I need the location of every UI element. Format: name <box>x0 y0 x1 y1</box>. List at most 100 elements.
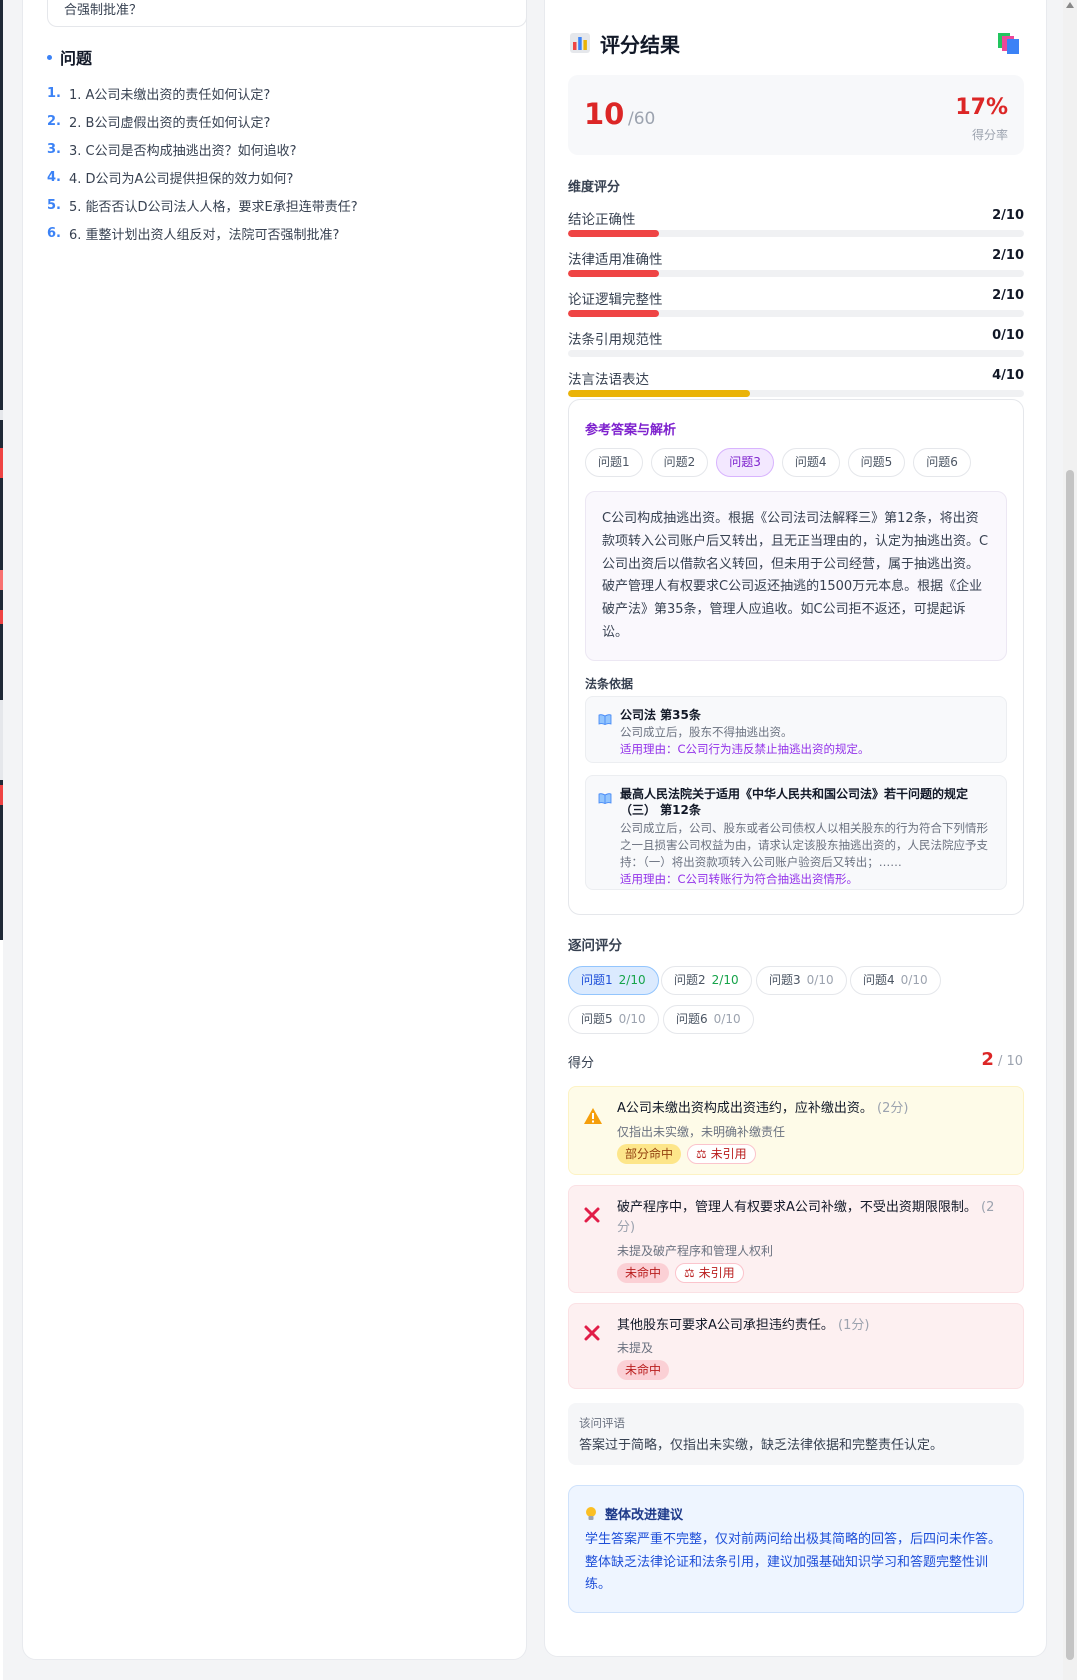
dimension-row: 论证逻辑完整性 2/10 <box>568 288 1024 318</box>
question-item: 1. 1. A公司未缴出资的责任如何认定? <box>47 79 517 107</box>
tab-label: 问题3 <box>769 973 801 987</box>
point-feedback: 未提及破产程序和管理人权利 <box>617 1244 774 1258</box>
question-score-value: 2 <box>981 1049 994 1070</box>
question-score-label: 得分 <box>568 1056 595 1071</box>
question-score: 2/ 10 <box>981 1049 1023 1070</box>
reference-answer-panel: 参考答案与解析 问题1 问题2 问题3 问题4 问题5 问题6 C公司构成抽逃出… <box>568 399 1024 915</box>
status-badge: 未命中 <box>617 1263 670 1283</box>
tab-question-5[interactable]: 问题5 0/10 <box>568 1005 659 1034</box>
bullet-dot-icon <box>47 54 52 60</box>
result-panel: 评分结果 10 /60 17% 得分率 维度评分 结论正确性 2/10 法律适用… <box>544 0 1047 1657</box>
scrollbar-thumb[interactable] <box>1066 470 1074 1660</box>
question-comment: 该问评语 答案过于简略，仅指出未实缴，缺乏法律依据和完整责任认定。 <box>568 1403 1024 1465</box>
book-icon <box>598 714 612 725</box>
dimension-track <box>568 390 1024 397</box>
comment-label: 该问评语 <box>579 1416 625 1430</box>
law-basis-title: 法条依据 <box>585 677 634 691</box>
tab-score: 2/10 <box>618 973 646 987</box>
law-reason: 适用理由：C公司行为违反禁止抽逃出资的规定。 <box>620 742 870 756</box>
point-tags: 未命中 ⚖ 未引用 <box>617 1263 744 1283</box>
law-item: 最高人民法院关于适用《中华人民共和国公司法》若干问题的规定（三） 第12条 公司… <box>585 775 1007 890</box>
tab-score: 0/10 <box>900 973 928 987</box>
law-desc: 公司成立后，公司、股东或者公司债权人以相关股东的行为符合下列情形之一且损害公司权… <box>620 821 988 869</box>
question-text: 4. D公司为A公司提供担保的效力如何? <box>69 171 294 187</box>
question-number: 3. <box>47 141 61 157</box>
law-desc: 公司成立后，股东不得抽逃出资。 <box>620 725 793 739</box>
tab-reference-q5[interactable]: 问题5 <box>847 448 906 477</box>
tab-question-3[interactable]: 问题3 0/10 <box>756 966 847 995</box>
tab-label: 问题4 <box>863 973 895 987</box>
scrollbar[interactable] <box>1063 0 1077 1680</box>
dimension-score: 4/10 <box>992 368 1024 383</box>
case-text-box: 合强制批准？ <box>47 0 527 27</box>
question-text: 5. 能否否认D公司法人人格，要求E承担连带责任? <box>69 199 358 215</box>
tab-reference-q4[interactable]: 问题4 <box>781 448 840 477</box>
tab-label: 问题1 <box>581 973 613 987</box>
question-item: 2. 2. B公司虚假出资的责任如何认定? <box>47 107 517 135</box>
point-text: 其他股东可要求A公司承担违约责任。 (1分) <box>617 1316 1009 1336</box>
tab-question-1[interactable]: 问题1 2/10 <box>568 966 659 995</box>
suggestion-title: 整体改进建议 <box>605 1508 684 1523</box>
tab-reference-q1[interactable]: 问题1 <box>585 448 643 477</box>
reference-answer-text: C公司构成抽逃出资。根据《公司法司法解释三》第12条，将出资款项转入公司账户后又… <box>585 491 1007 661</box>
tab-reference-q6[interactable]: 问题6 <box>913 448 971 477</box>
suggestion-header: 整体改进建议 <box>585 1504 683 1523</box>
tab-score: 0/10 <box>713 1012 741 1026</box>
question-list: 1. 1. A公司未缴出资的责任如何认定? 2. 2. B公司虚假出资的责任如何认定… <box>47 79 517 247</box>
point-tags: 部分命中 ⚖ 未引用 <box>617 1144 756 1164</box>
point-statement: 其他股东可要求A公司承担违约责任。 <box>617 1318 834 1333</box>
tab-label: 问题6 <box>676 1012 708 1026</box>
tab-question-2[interactable]: 问题2 2/10 <box>661 966 752 995</box>
per-question-title: 逐问评分 <box>568 938 622 954</box>
close-icon <box>584 1207 600 1223</box>
warning-icon <box>584 1108 602 1124</box>
reference-title: 参考答案与解析 <box>585 423 677 438</box>
books-icon[interactable] <box>996 31 1022 55</box>
question-item: 4. 4. D公司为A公司提供担保的效力如何? <box>47 163 517 191</box>
citation-icon: ⚖ <box>696 1147 711 1161</box>
question-number: 1. <box>47 85 61 101</box>
law-name: 最高人民法院关于适用《中华人民共和国公司法》若干问题的规定（三） 第12条 <box>620 787 969 817</box>
question-score-max: / 10 <box>997 1054 1023 1069</box>
status-badge: 部分命中 <box>617 1144 682 1164</box>
tab-label: 问题5 <box>581 1012 613 1026</box>
tab-reference-q3[interactable]: 问题3 <box>716 448 774 477</box>
comment-text: 答案过于简略，仅指出未实缴，缺乏法律依据和完整责任认定。 <box>579 1438 944 1453</box>
case-text-fragment: 合强制批准？ <box>64 3 143 18</box>
citation-badge: ⚖ 未引用 <box>687 1144 756 1164</box>
point-value: (1分) <box>838 1318 870 1333</box>
status-badge: 未命中 <box>617 1360 670 1380</box>
dimension-label: 结论正确性 <box>568 212 636 228</box>
dimension-score: 0/10 <box>992 328 1024 343</box>
question-number: 6. <box>47 225 61 241</box>
dimension-row: 结论正确性 2/10 <box>568 208 1024 238</box>
book-icon <box>598 793 612 804</box>
question-text: 3. C公司是否构成抽逃出资？如何追收? <box>69 143 297 159</box>
lightbulb-icon <box>586 1506 596 1520</box>
dimension-title: 维度评分 <box>568 180 621 195</box>
page: 合强制批准？ 问题 1. 1. A公司未缴出资的责任如何认定? 2. 2. B公司虚… <box>0 0 1077 1680</box>
tab-question-4[interactable]: 问题4 0/10 <box>850 966 941 995</box>
improvement-suggestion: 整体改进建议 学生答案严重不完整，仅对前两问给出极其简略的回答，后四问未作答。整… <box>568 1485 1024 1613</box>
dimension-label: 法言法语表达 <box>568 372 649 388</box>
tab-question-6[interactable]: 问题6 0/10 <box>663 1005 754 1034</box>
total-max-score: /60 <box>628 109 656 129</box>
dimension-row: 法律适用准确性 2/10 <box>568 248 1024 278</box>
question-number: 4. <box>47 169 61 185</box>
scoring-point: 其他股东可要求A公司承担违约责任。 (1分) 未提及 未命中 <box>568 1303 1024 1389</box>
total-score-box: 10 /60 17% 得分率 <box>568 75 1024 155</box>
dimension-label: 论证逻辑完整性 <box>568 292 663 308</box>
citation-label: 未引用 <box>698 1266 735 1280</box>
dimension-track <box>568 350 1024 357</box>
dimension-bar <box>568 230 660 237</box>
reference-tabs: 问题1 问题2 问题3 问题4 问题5 问题6 <box>585 448 971 477</box>
tab-reference-q2[interactable]: 问题2 <box>650 448 709 477</box>
dimension-score: 2/10 <box>992 208 1024 223</box>
dimension-label: 法律适用准确性 <box>568 252 663 268</box>
scroll-up-icon[interactable] <box>1066 2 1074 8</box>
total-score: 10 <box>584 97 625 131</box>
dimension-bar <box>568 270 660 277</box>
question-number: 2. <box>47 113 61 129</box>
close-icon <box>584 1325 600 1341</box>
suggestion-text: 学生答案严重不完整，仅对前两问给出极其简略的回答，后四问未作答。整体缺乏法律论证… <box>585 1532 1002 1592</box>
